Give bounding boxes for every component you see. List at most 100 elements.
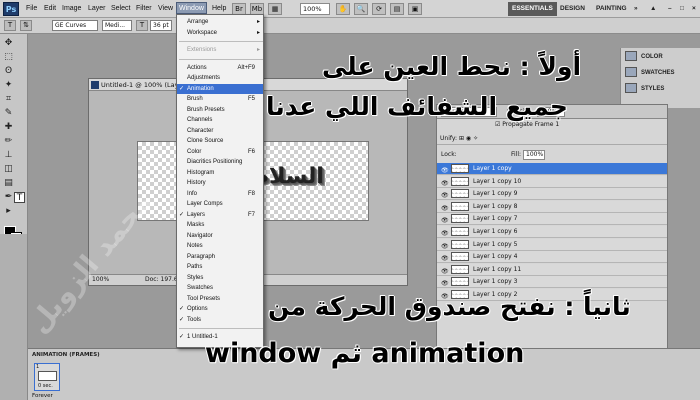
layer-row[interactable]: 👁 Layer 1 copy — [437, 163, 667, 175]
swatches-panel-button[interactable]: SWATCHES — [625, 66, 675, 80]
eye-visibility-icon[interactable]: 👁 — [441, 253, 449, 264]
window-menu-item-arrange[interactable]: Arrange ▸ — [177, 17, 263, 27]
window-menu-item-brush-presets[interactable]: Brush Presets — [177, 105, 263, 115]
brush-tool-icon[interactable]: ✏ — [3, 136, 14, 147]
menu-window[interactable]: Window — [176, 2, 207, 14]
marquee-tool-icon[interactable]: ⬚ — [3, 52, 14, 63]
workspace-essentials-button[interactable]: ESSENTIALS — [508, 2, 557, 16]
clone-stamp-tool-icon[interactable]: ⊥ — [3, 150, 14, 161]
eye-visibility-icon[interactable]: 👁 — [441, 241, 449, 252]
animation-panel-tab[interactable]: ANIMATION (FRAMES) — [32, 351, 100, 360]
pen-tool-icon[interactable]: ✒ — [3, 192, 14, 203]
window-menu-item-paths[interactable]: Paths — [177, 262, 263, 272]
layer-row[interactable]: 👁 Layer 1 copy 6 — [437, 226, 667, 238]
menu-layer[interactable]: Layer — [86, 3, 108, 15]
window-menu-item-brush[interactable]: Brush F5 — [177, 94, 263, 104]
window-menu-item-extensions[interactable]: Extensions ▸ — [177, 45, 263, 55]
font-size-field[interactable]: 36 pt — [150, 20, 172, 31]
window-menu-item-swatches[interactable]: Swatches — [177, 283, 263, 293]
fill-field[interactable]: 100% — [523, 150, 545, 160]
minimize-window-icon[interactable]: – — [664, 2, 676, 16]
eye-visibility-icon[interactable]: 👁 — [441, 165, 449, 176]
window-menu-item-masks[interactable]: Masks — [177, 220, 263, 230]
move-tool-icon[interactable]: ✥ — [3, 38, 14, 49]
magic-wand-tool-icon[interactable]: ✦ — [3, 80, 14, 91]
eraser-tool-icon[interactable]: ◫ — [3, 164, 14, 175]
arrange-documents-icon[interactable]: ▤ — [390, 3, 404, 15]
color-panel-button[interactable]: COLOR — [625, 50, 663, 64]
workspace-design-button[interactable]: DESIGN — [556, 2, 589, 16]
crop-tool-icon[interactable]: ⌗ — [3, 94, 14, 105]
layer-row[interactable]: 👁 Layer 1 copy 8 — [437, 200, 667, 214]
unify-position-icon[interactable]: ⊞ — [459, 135, 464, 142]
window-menu-item-color[interactable]: Color F6 — [177, 147, 263, 157]
layer-row[interactable]: 👁 Layer 1 copy 4 — [437, 251, 667, 264]
window-menu-item-diacritics-positioning[interactable]: Diacritics Positioning — [177, 157, 263, 167]
window-menu-item-paragraph[interactable]: Paragraph — [177, 252, 263, 262]
window-menu-item-history[interactable]: History — [177, 178, 263, 188]
window-menu-item-actions[interactable]: Actions Alt+F9 — [177, 63, 263, 73]
eye-visibility-icon[interactable]: 👁 — [441, 203, 449, 214]
window-menu-item-notes[interactable]: Notes — [177, 241, 263, 251]
path-selection-tool-icon[interactable]: ▸ — [3, 206, 14, 217]
gradient-tool-icon[interactable]: ▤ — [3, 178, 14, 189]
workspace-more-button[interactable]: » — [630, 2, 642, 16]
layer-row[interactable]: 👁 Layer 1 copy 5 — [437, 238, 667, 252]
unify-style-icon[interactable]: ✧ — [473, 135, 478, 142]
window-menu-item-tools[interactable]: ✓ Tools — [177, 315, 263, 325]
rotate-view-icon[interactable]: ⟳ — [372, 3, 386, 15]
window-menu-item-navigator[interactable]: Navigator — [177, 231, 263, 241]
text-orientation-icon[interactable]: ⇅ — [20, 20, 32, 31]
unify-visibility-icon[interactable]: ◉ — [466, 135, 471, 142]
menu-filter[interactable]: Filter — [134, 3, 154, 15]
layer-row[interactable]: 👁 Layer 1 copy 9 — [437, 188, 667, 201]
menu-file[interactable]: File — [24, 3, 39, 15]
window-menu-item-info[interactable]: Info F8 — [177, 189, 263, 199]
eye-visibility-icon[interactable]: 👁 — [441, 215, 449, 226]
window-menu-item-channels[interactable]: Channels — [177, 115, 263, 125]
font-style-select[interactable]: Medi... — [102, 20, 132, 31]
styles-panel-button[interactable]: STYLES — [625, 82, 664, 96]
eye-visibility-icon[interactable]: 👁 — [441, 178, 449, 189]
menu-edit[interactable]: Edit — [42, 3, 58, 15]
window-menu-item-options[interactable]: ✓ Options — [177, 304, 263, 314]
type-tool-preset-icon[interactable]: T — [4, 20, 16, 31]
maximize-window-icon[interactable]: □ — [676, 2, 688, 16]
window-menu-item-clone-source[interactable]: Clone Source — [177, 136, 263, 146]
zoom-tool-icon[interactable]: 🔍 — [354, 3, 368, 15]
eye-visibility-icon[interactable]: 👁 — [441, 190, 449, 201]
layer-row[interactable]: 👁 Layer 1 copy 7 — [437, 213, 667, 226]
layer-row[interactable]: 👁 Layer 1 copy 10 — [437, 175, 667, 189]
guides-icon[interactable]: ▦ — [268, 3, 282, 15]
window-menu-item-workspace[interactable]: Workspace ▸ — [177, 28, 263, 38]
hand-tool-icon[interactable]: ✋ — [336, 3, 350, 15]
zoom-level-select[interactable]: 100% — [300, 3, 330, 15]
frame-delay-select[interactable]: 0 sec. — [38, 383, 53, 389]
cs-live-button[interactable]: ▲ — [646, 2, 660, 16]
eye-visibility-icon[interactable]: 👁 — [441, 266, 449, 277]
loop-options-select[interactable]: Forever — [32, 393, 53, 399]
eyedropper-tool-icon[interactable]: ✎ — [3, 108, 14, 119]
window-menu-item-tool-presets[interactable]: Tool Presets — [177, 294, 263, 304]
workspace-painting-button[interactable]: PAINTING — [592, 2, 631, 16]
lasso-tool-icon[interactable]: ʘ — [3, 66, 14, 77]
close-window-icon[interactable]: × — [688, 2, 700, 16]
layer-row[interactable]: 👁 Layer 1 copy 3 — [437, 276, 667, 289]
menu-select[interactable]: Select — [109, 3, 132, 15]
layer-row[interactable]: 👁 Layer 1 copy 11 — [437, 263, 667, 277]
window-menu-item-layer-comps[interactable]: Layer Comps — [177, 199, 263, 209]
eye-visibility-icon[interactable]: 👁 — [441, 278, 449, 289]
window-menu-item-histogram[interactable]: Histogram — [177, 168, 263, 178]
window-menu-item-adjustments[interactable]: Adjustments — [177, 73, 263, 83]
healing-brush-tool-icon[interactable]: ✚ — [3, 122, 14, 133]
screen-mode-icon[interactable]: ▣ — [408, 3, 422, 15]
font-family-select[interactable]: GE Curves — [52, 20, 98, 31]
window-menu-item-animation[interactable]: ✓ Animation — [177, 83, 263, 94]
eye-visibility-icon[interactable]: 👁 — [441, 228, 449, 239]
menu-image[interactable]: Image — [60, 3, 83, 15]
window-menu-item-layers[interactable]: ✓ Layers F7 — [177, 210, 263, 220]
window-menu-item-styles[interactable]: Styles — [177, 273, 263, 283]
animation-frame[interactable]: 1 0 sec. — [34, 363, 60, 391]
menu-view[interactable]: View — [156, 3, 175, 15]
window-menu-item-character[interactable]: Character — [177, 126, 263, 136]
